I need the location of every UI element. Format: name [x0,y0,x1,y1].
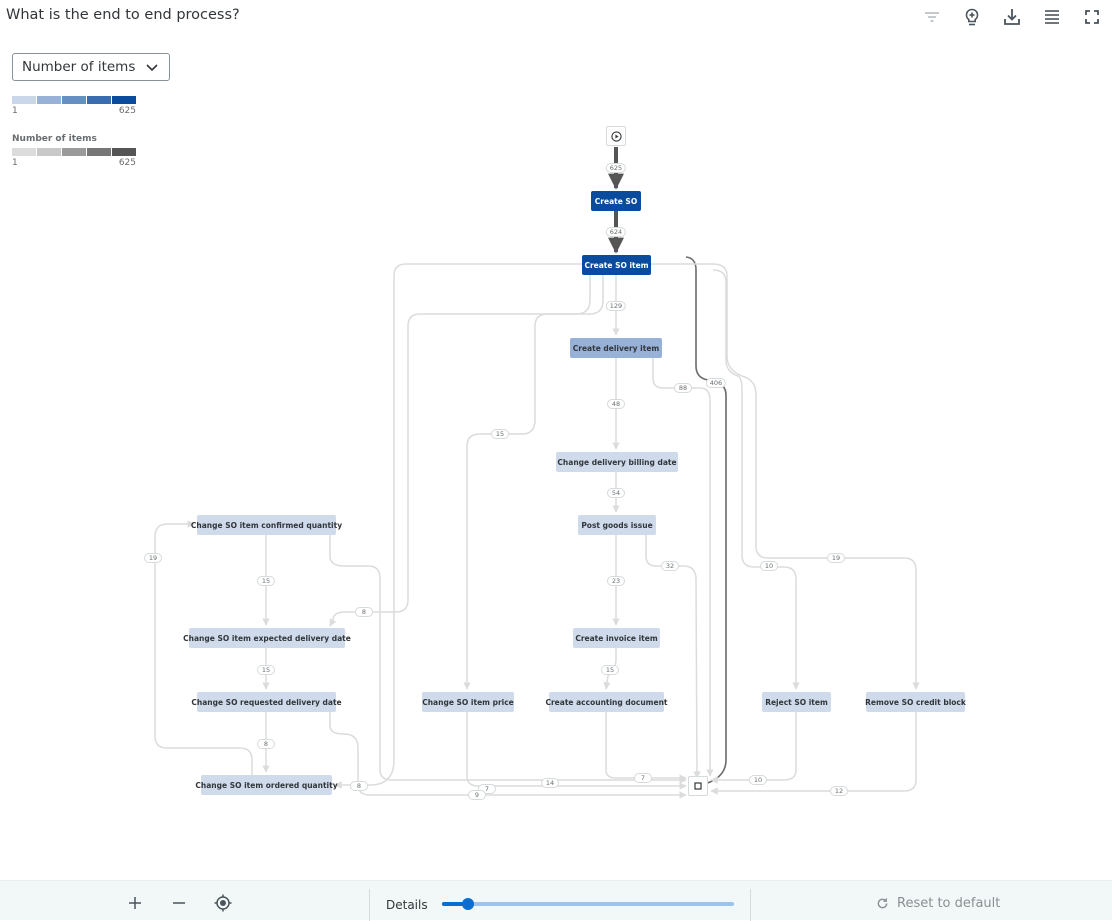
reset-label: Reset to default [897,896,1001,911]
edge-remove-so-credit-block-to-end[interactable] [710,712,917,795]
zoom-out-button[interactable] [169,893,189,913]
edge-count-label[interactable]: 129 [605,301,627,311]
edge-create-so-item-to-end[interactable] [685,256,727,787]
plus-icon [129,897,141,909]
edge-change-so-item-confirmed-quantity-to-end[interactable] [329,535,687,784]
edge-count-label[interactable]: 15 [491,429,509,439]
edge-count-label[interactable]: 624 [605,227,627,237]
edge-count-label[interactable]: 15 [257,665,275,675]
footer-divider [750,889,751,921]
edge-change-so-item-ordered-quantity-to-change-so-item-confirmed-quantity[interactable] [154,520,253,775]
edge-count-label[interactable]: 9 [468,790,486,800]
activity-node-change-so-item-ordered-quantity[interactable]: Change SO item ordered quantity [195,775,338,795]
edges-layer [154,147,920,799]
activity-node-create-invoice-item[interactable]: Create invoice item [573,628,660,648]
reset-button[interactable]: Reset to default [876,896,1000,911]
edge-count-label[interactable]: 10 [760,561,778,571]
slider-handle[interactable] [462,898,475,910]
edge-create-accounting-document-to-end[interactable] [605,712,687,782]
end-node[interactable] [688,776,708,796]
edge-create-so-item-to-change-so-item-expected-delivery-date[interactable] [329,275,591,627]
edge-create-so-item-to-remove-so-credit-block[interactable] [650,263,920,690]
activity-node-create-delivery-item[interactable]: Create delivery item [570,338,662,358]
activity-node-reject-so-item[interactable]: Reject SO item [762,692,831,712]
activity-node-change-so-item-confirmed-quantity[interactable]: Change SO item confirmed quantity [191,515,342,535]
activity-node-change-so-item-price[interactable]: Change SO item price [422,692,514,712]
edge-count-label[interactable]: 7 [634,773,652,783]
activity-node-create-so-item[interactable]: Create SO item [582,255,651,275]
minus-icon [173,902,185,904]
activity-node-change-delivery-billing-date[interactable]: Change delivery billing date [556,452,678,472]
edge-count-label[interactable]: 15 [257,576,275,586]
recenter-button[interactable] [213,893,233,913]
details-label: Details [386,898,428,912]
edge-count-label[interactable]: 8 [350,781,368,791]
edge-count-label[interactable]: 406 [705,378,727,388]
footer-bar: Details Reset to default [0,880,1112,921]
start-node[interactable] [606,126,626,146]
activity-node-change-so-requested-delivery-date[interactable]: Change SO requested delivery date [191,692,342,712]
edge-change-so-item-price-to-end[interactable] [466,712,687,790]
edge-count-label[interactable]: 8 [257,739,275,749]
edge-count-label[interactable]: 23 [607,576,625,586]
activity-node-post-goods-issue[interactable]: Post goods issue [578,515,656,535]
play-icon [610,130,622,142]
edge-count-label[interactable]: 8 [355,607,373,617]
activity-node-create-accounting-document[interactable]: Create accounting document [545,692,668,712]
edge-count-label[interactable]: 625 [605,163,627,173]
edge-count-label[interactable]: 15 [601,665,619,675]
edge-count-label[interactable]: 12 [830,786,848,796]
stop-icon [694,782,702,790]
slider-track [442,902,734,906]
activity-node-create-so[interactable]: Create SO [591,191,641,211]
activity-node-remove-so-credit-block[interactable]: Remove SO credit block [865,692,966,712]
edge-count-label[interactable]: 14 [541,778,559,788]
edge-count-label[interactable]: 19 [827,553,845,563]
edge-count-label[interactable]: 48 [607,399,625,409]
footer-divider [369,889,370,921]
edge-count-label[interactable]: 32 [661,561,679,571]
edge-post-goods-issue-to-end[interactable] [645,535,701,779]
activity-node-change-so-item-expected-delivery-date[interactable]: Change SO item expected delivery date [183,628,351,648]
edge-count-label[interactable]: 54 [607,488,625,498]
details-slider[interactable] [442,898,734,910]
zoom-in-button[interactable] [125,893,145,913]
edge-count-label[interactable]: 19 [144,553,162,563]
edge-count-label[interactable]: 10 [749,775,767,785]
process-diagram[interactable]: Create SO Create SO item Create delivery i… [0,0,1112,870]
edge-count-label[interactable]: 88 [674,383,692,393]
target-icon [214,894,232,912]
refresh-icon [877,898,888,909]
